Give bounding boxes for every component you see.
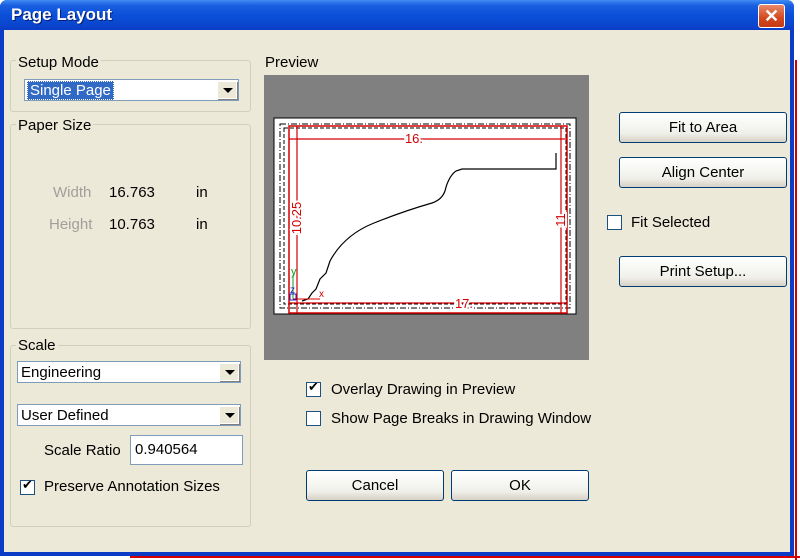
setup-mode-label: Setup Mode (16, 54, 101, 71)
scale-ratio-label: Scale Ratio (44, 442, 121, 459)
show-page-breaks-checkbox[interactable] (306, 411, 321, 426)
dialog-client-area: Setup Mode Single Page Paper Size Width … (4, 30, 790, 552)
height-unit: in (196, 216, 208, 233)
unit-system-select[interactable]: Engineering (17, 361, 241, 383)
chevron-down-icon[interactable] (219, 363, 239, 381)
show-page-breaks-label[interactable]: Show Page Breaks in Drawing Window (331, 410, 591, 427)
dim-bottom-label: 17. (455, 296, 473, 311)
scale-label: Scale (16, 337, 58, 354)
ok-button[interactable]: OK (451, 470, 589, 501)
paper-size-label: Paper Size (16, 117, 94, 134)
dim-left-label: 10.25 (289, 202, 304, 235)
chevron-down-icon[interactable] (217, 81, 237, 99)
unit-system-value: Engineering (21, 364, 102, 381)
axis-x-label: x (319, 289, 324, 300)
preserve-annotation-checkbox[interactable] (20, 478, 35, 495)
align-center-button[interactable]: Align Center (619, 157, 787, 188)
scale-ratio-input[interactable]: 0.940564 (130, 435, 243, 465)
dialog-title: Page Layout (11, 5, 113, 24)
cancel-button[interactable]: Cancel (306, 470, 444, 501)
setup-mode-select[interactable]: Single Page (24, 79, 239, 101)
scale-type-select[interactable]: User Defined (17, 404, 241, 426)
background-drawing-line (795, 60, 797, 560)
preview-page (273, 117, 577, 315)
chevron-down-icon[interactable] (219, 406, 239, 424)
overlay-drawing-label[interactable]: Overlay Drawing in Preview (331, 381, 515, 398)
preview-label: Preview (265, 54, 319, 71)
overlay-drawing-checkbox[interactable] (306, 380, 321, 397)
axis-y-label: y (291, 266, 297, 278)
height-value: 10.763 (109, 216, 155, 233)
close-button[interactable]: ✕ (758, 4, 785, 28)
preserve-annotation-label[interactable]: Preserve Annotation Sizes (44, 478, 220, 495)
dim-right-label: 11 (553, 213, 568, 227)
width-unit: in (196, 184, 208, 201)
setup-mode-value: Single Page (27, 81, 114, 100)
width-label: Width (53, 184, 92, 201)
axis-z-label: z (290, 285, 295, 296)
height-label: Height (49, 216, 93, 233)
dim-top-label: 16. (405, 131, 423, 146)
page-layout-dialog: Page Layout ✕ Setup Mode Single Page Pap… (0, 0, 794, 556)
width-value: 16.763 (109, 184, 155, 201)
scale-type-value: User Defined (21, 407, 109, 424)
preview-panel: 16. 17. 10.25 11 y z x (264, 75, 589, 360)
preview-drawing: 16. 17. 10.25 11 y z x (273, 117, 577, 315)
scale-ratio-value: 0.940564 (135, 441, 198, 458)
background-drawing-line (130, 556, 800, 558)
fit-selected-checkbox[interactable] (607, 215, 622, 230)
close-icon: ✕ (763, 6, 780, 26)
fit-selected-label[interactable]: Fit Selected (631, 214, 710, 231)
print-setup-button[interactable]: Print Setup... (619, 256, 787, 287)
title-bar[interactable]: Page Layout ✕ (0, 0, 794, 30)
fit-to-area-button[interactable]: Fit to Area (619, 112, 787, 143)
